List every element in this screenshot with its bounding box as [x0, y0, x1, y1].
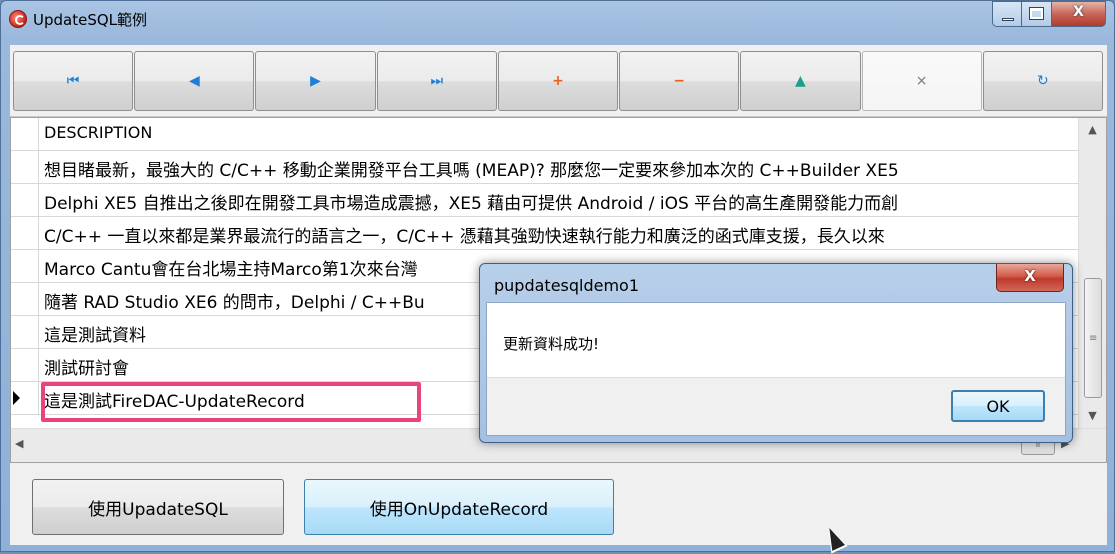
- nav-edit-button[interactable]: ▲: [740, 51, 861, 111]
- app-icon: [9, 10, 27, 28]
- scroll-left-icon[interactable]: ◀: [15, 437, 23, 450]
- current-row-arrow-icon: [13, 391, 20, 405]
- scroll-up-icon[interactable]: ▲: [1079, 118, 1106, 142]
- grip-icon: ≡: [1089, 333, 1098, 344]
- main-window: UpdateSQL範例 X ⏮ ◀ ▶ ⏭ + − ▲ × ↻ DESCRIPT…: [0, 0, 1115, 554]
- nav-cancel-button[interactable]: ×: [861, 51, 982, 111]
- grid-cell[interactable]: 想目睹最新，最強大的 C/C++ 移動企業開發平台工具嗎 (MEAP)? 那麼您…: [44, 156, 899, 181]
- button-panel: 使用UpadateSQL 使用OnUpdateRecord: [10, 463, 1107, 545]
- vertical-scroll-thumb[interactable]: ≡: [1084, 278, 1102, 398]
- row-indicator: [11, 316, 39, 348]
- dialog-footer: OK: [487, 377, 1065, 435]
- nav-insert-button[interactable]: +: [497, 51, 619, 111]
- row-indicator: [11, 382, 39, 414]
- dialog-close-button[interactable]: X: [996, 264, 1064, 292]
- column-header-description[interactable]: DESCRIPTION: [44, 123, 152, 142]
- maximize-button[interactable]: [1022, 1, 1052, 27]
- grid-cell[interactable]: Marco Cantu會在台北場主持Marco第1次來台灣: [44, 255, 418, 280]
- grid-header[interactable]: DESCRIPTION: [11, 118, 1079, 151]
- window-title: UpdateSQL範例: [33, 11, 148, 29]
- window-controls: X: [992, 1, 1106, 27]
- use-onupdaterecord-button[interactable]: 使用OnUpdateRecord: [304, 479, 614, 535]
- row-indicator: [11, 349, 39, 381]
- dialog-message: 更新資料成功!: [503, 335, 600, 353]
- nav-next-button[interactable]: ▶: [255, 51, 376, 111]
- ok-button[interactable]: OK: [951, 390, 1045, 422]
- nav-first-button[interactable]: ⏮: [13, 51, 134, 111]
- grid-cell[interactable]: 這是測試資料: [44, 321, 146, 346]
- maximize-icon: [1029, 7, 1044, 20]
- nav-delete-button[interactable]: −: [619, 51, 740, 111]
- title-bar[interactable]: UpdateSQL範例 X: [1, 1, 1114, 45]
- close-button[interactable]: X: [1052, 1, 1106, 27]
- delete-record-icon: −: [673, 73, 686, 89]
- minimize-button[interactable]: [992, 1, 1022, 27]
- nav-prior-button[interactable]: ◀: [134, 51, 255, 111]
- grid-cell[interactable]: 隨著 RAD Studio XE6 的問市，Delphi / C++Bu: [44, 288, 425, 313]
- insert-record-icon: +: [552, 73, 564, 89]
- cancel-edit-icon: ×: [915, 73, 928, 89]
- first-record-icon: ⏮: [66, 73, 80, 89]
- next-record-icon: ▶: [310, 73, 321, 89]
- nav-last-button[interactable]: ⏭: [376, 51, 497, 111]
- row-indicator: [11, 151, 39, 183]
- row-indicator: [11, 184, 39, 216]
- prior-record-icon: ◀: [188, 73, 200, 89]
- row-indicator: [11, 250, 39, 282]
- db-navigator: ⏮ ◀ ▶ ⏭ + − ▲ × ↻: [10, 45, 1107, 117]
- row-indicator: [11, 283, 39, 315]
- grid-cell[interactable]: Delphi XE5 自推出之後即在開發工具市場造成震撼，XE5 藉由可提供 A…: [44, 189, 898, 214]
- annotation-highlight-box: [41, 382, 421, 422]
- grid-cell[interactable]: C/C++ 一直以來都是業界最流行的語言之一，C/C++ 憑藉其強勁快速執行能力…: [44, 222, 885, 247]
- scroll-down-icon[interactable]: ▼: [1079, 404, 1106, 428]
- message-dialog: pupdatesqldemo1 X 更新資料成功! OK: [479, 263, 1073, 443]
- table-row[interactable]: C/C++ 一直以來都是業界最流行的語言之一，C/C++ 憑藉其強勁快速執行能力…: [11, 217, 1079, 250]
- edit-record-icon: ▲: [795, 73, 806, 89]
- use-updatesql-button[interactable]: 使用UpadateSQL: [32, 479, 284, 535]
- row-indicator: [11, 118, 39, 150]
- table-row[interactable]: Delphi XE5 自推出之後即在開發工具市場造成震撼，XE5 藉由可提供 A…: [11, 184, 1079, 217]
- vertical-scrollbar[interactable]: ▲ ≡ ▼: [1078, 118, 1106, 428]
- minimize-icon: [1002, 18, 1014, 21]
- dialog-title: pupdatesqldemo1: [494, 276, 640, 295]
- table-row[interactable]: 想目睹最新，最強大的 C/C++ 移動企業開發平台工具嗎 (MEAP)? 那麼您…: [11, 151, 1079, 184]
- nav-refresh-button[interactable]: ↻: [982, 51, 1103, 111]
- grid-cell[interactable]: 測試研討會: [44, 354, 129, 379]
- dialog-body: 更新資料成功! OK: [486, 302, 1066, 436]
- row-indicator: [11, 217, 39, 249]
- close-icon: X: [1024, 267, 1036, 285]
- refresh-icon: ↻: [1036, 73, 1049, 89]
- close-icon: X: [1073, 4, 1084, 20]
- last-record-icon: ⏭: [430, 73, 444, 89]
